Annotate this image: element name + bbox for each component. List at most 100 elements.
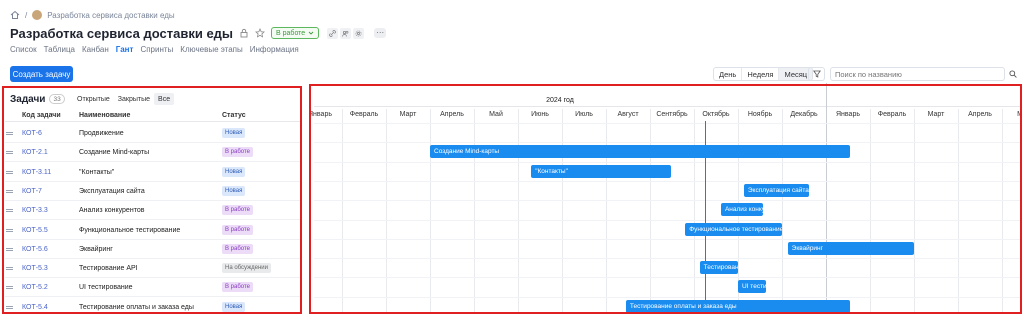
task-name[interactable]: Продвижение [79,130,124,137]
table-row[interactable]: КОТ-5.5 Функциональное тестирование В рабо… [5,221,301,240]
tab-gantt[interactable]: Гант [116,45,134,57]
column-header-name[interactable]: Наименование [79,112,130,119]
create-task-button[interactable]: Создать задачу [10,66,73,82]
task-code-link[interactable]: КОТ-2.1 [22,149,48,156]
month-label: Январь [836,111,860,118]
task-code-link[interactable]: КОТ-5.2 [22,284,48,291]
filter-button[interactable] [808,67,825,81]
drag-handle-icon[interactable] [6,267,13,271]
filter-closed-tab[interactable]: Закрытые [114,93,154,105]
chevron-down-icon [308,31,314,35]
search-button[interactable] [1006,67,1020,81]
tab-kanban[interactable]: Канбан [82,45,109,57]
month-label: Март [399,111,417,118]
link-icon[interactable] [327,27,339,39]
gantt-task-bar[interactable]: "Контакты" [531,164,671,178]
more-options-button[interactable]: ··· [374,28,387,38]
task-code-link[interactable]: КОТ-5.3 [22,265,48,272]
project-avatar-icon [32,10,43,20]
status-badge[interactable]: Новая [222,185,246,196]
gantt-task-bar[interactable]: UI тестирование [738,280,766,294]
tab-sprints[interactable]: Спринты [140,45,173,57]
column-header-status[interactable]: Статус [222,112,246,119]
task-code-link[interactable]: КОТ-3.11 [22,169,51,176]
task-code-link[interactable]: КОТ-5.6 [22,246,48,253]
drag-handle-icon[interactable] [6,305,13,309]
drag-handle-icon[interactable] [6,170,13,174]
table-row[interactable]: КОТ-5.4 Тестирование оплаты и заказа еды Н… [5,298,301,316]
task-name[interactable]: Тестирование оплаты и заказа еды [79,304,194,311]
grid-line [1002,109,1003,314]
status-badge[interactable]: Новая [222,301,246,312]
status-badge[interactable]: В работе [222,243,254,254]
table-row[interactable]: КОТ-5.2 UI тестирование В работе [5,278,301,298]
drag-handle-icon[interactable] [6,286,13,290]
task-code-link[interactable]: КОТ-7 [22,188,42,195]
task-name[interactable]: Создание Mind-карты [79,149,149,156]
table-row[interactable]: КОТ-3.3 Анализ конкурентов В работе [5,201,301,221]
drag-handle-icon[interactable] [6,209,13,213]
task-code-link[interactable]: КОТ-3.3 [22,207,48,214]
gear-icon[interactable] [353,27,365,39]
scale-week-button[interactable]: Неделя [742,68,780,80]
task-name[interactable]: Функциональное тестирование [79,227,180,234]
lock-icon[interactable] [239,28,249,38]
column-header-code[interactable]: Код задачи [22,112,61,119]
status-badge[interactable]: Новая [222,128,246,138]
table-row[interactable]: КОТ-3.11 "Контакты" Новая [5,163,301,182]
gantt-task-bar[interactable]: Эквайринг [787,241,914,255]
drag-handle-icon[interactable] [6,189,13,193]
table-row[interactable]: КОТ-2.1 Создание Mind-карты В работе [5,143,301,163]
tab-table[interactable]: Таблица [44,45,75,57]
month-label: Февраль [349,111,379,118]
drag-handle-icon[interactable] [6,132,13,135]
search-input[interactable] [830,67,1005,81]
table-row[interactable]: КОТ-7 Эксплуатация сайта Новая [5,182,301,201]
scale-day-button[interactable]: День [714,68,743,80]
month-label: Ноябрь [747,111,773,118]
task-name[interactable]: Анализ конкурентов [79,207,144,214]
row-grid-line [314,219,1020,221]
table-row[interactable]: КОТ-5.6 Эквайринг В работе [5,240,301,259]
status-badge[interactable]: В работе [222,205,254,216]
gantt-task-bar[interactable]: Анализ конкурентов [720,203,763,217]
task-code-link[interactable]: КОТ-5.4 [22,304,48,311]
task-name[interactable]: Эксплуатация сайта [79,188,145,195]
grid-line [386,109,387,314]
title-tools [327,27,365,39]
status-badge[interactable]: Новая [222,166,246,177]
gantt-task-bar[interactable]: Тестирование API [699,261,738,275]
status-badge[interactable]: В работе [222,282,254,293]
star-icon[interactable] [255,28,265,38]
task-name[interactable]: UI тестирование [79,284,133,291]
project-status-dropdown[interactable]: В работе [271,27,320,39]
task-name[interactable]: Тестирование API [79,265,138,272]
page-header: Разработка сервиса доставки еды В работе… [10,23,387,43]
breadcrumb-project-link[interactable]: Разработка сервиса доставки еды [47,11,174,20]
gantt-task-bar[interactable]: Тестирование оплаты и заказа еды [625,299,851,313]
tab-info[interactable]: Информация [250,45,299,57]
tab-milestones[interactable]: Ключевые этапы [180,45,242,57]
filter-all-tab[interactable]: Все [154,93,175,105]
drag-handle-icon[interactable] [6,247,13,251]
filter-open-tab[interactable]: Открытые [73,93,114,105]
grid-line [870,109,871,314]
gantt-task-bar[interactable]: Создание Mind-карты [430,145,851,159]
status-badge[interactable]: В работе [222,224,254,235]
drag-handle-icon[interactable] [6,228,13,232]
status-badge[interactable]: В работе [222,147,254,158]
table-row[interactable]: КОТ-6 Продвижение Новая [5,124,301,143]
users-icon[interactable] [340,27,352,39]
tab-list[interactable]: Список [10,45,37,57]
task-code-link[interactable]: КОТ-6 [22,130,42,137]
task-code-link[interactable]: КОТ-5.5 [22,227,48,234]
task-name[interactable]: Эквайринг [79,246,113,253]
drag-handle-icon[interactable] [6,151,13,155]
table-row[interactable]: КОТ-5.3 Тестирование API На обсуждении [5,259,301,279]
gantt-task-bar[interactable]: Эксплуатация сайта [743,183,809,197]
home-icon[interactable] [10,10,20,20]
status-badge[interactable]: На обсуждении [222,263,271,274]
task-name[interactable]: "Контакты" [79,169,114,176]
year-divider [826,83,827,314]
gantt-task-bar[interactable]: Функциональное тестирование [685,222,782,236]
